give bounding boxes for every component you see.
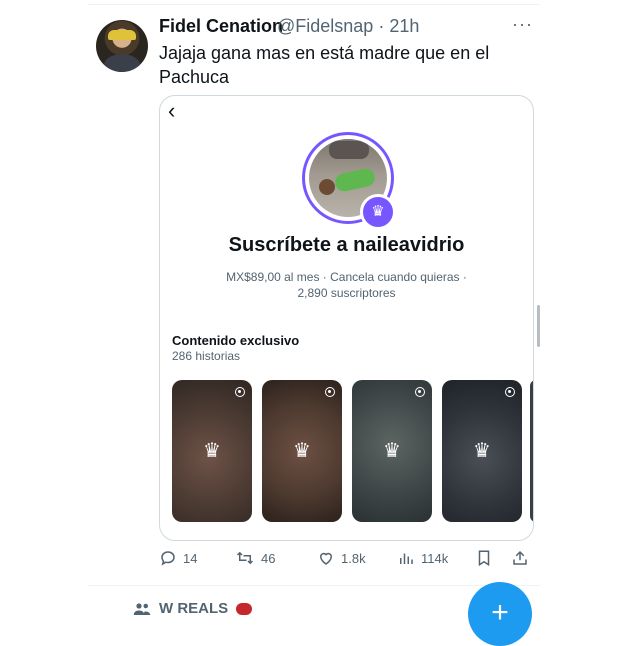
subscriber-count: 2,890 suscriptores xyxy=(297,286,396,300)
back-icon[interactable]: ‹ xyxy=(168,98,175,124)
bookmark-icon xyxy=(478,550,490,567)
subscription-meta: MX$89,00 al mes · Cancela cuando quieras… xyxy=(200,269,493,301)
boxing-glove-icon xyxy=(236,602,253,615)
crown-icon: ♛ xyxy=(293,440,311,462)
story-indicator-icon xyxy=(325,387,335,397)
like-icon xyxy=(319,552,333,565)
story-tile[interactable]: ♛ xyxy=(262,380,342,522)
story-indicator-icon xyxy=(415,387,425,397)
like-count: 1.8k xyxy=(341,550,366,566)
subscribe-title: Suscríbete a naileavidrio xyxy=(228,234,465,256)
views-icon xyxy=(400,553,413,564)
bookmark-button[interactable] xyxy=(475,549,493,567)
author-name[interactable]: Fidel Cenation xyxy=(159,16,283,37)
avatar-body xyxy=(104,54,140,72)
crown-icon: ♛ xyxy=(360,194,396,230)
tweet-actions: 14 46 1.8k 114k xyxy=(159,549,532,573)
crown-icon: ♛ xyxy=(383,440,401,462)
story-tile[interactable]: ♛ xyxy=(172,380,252,522)
story-tile[interactable]: ♛ xyxy=(442,380,522,522)
views-button[interactable]: 114k xyxy=(397,549,448,567)
crown-icon: ♛ xyxy=(473,440,491,462)
retweet-button[interactable]: 46 xyxy=(235,549,275,567)
exclusive-content-title: Contenido exclusivo xyxy=(172,333,300,348)
retweet-count: 46 xyxy=(261,550,276,566)
scrollbar[interactable] xyxy=(537,305,540,347)
bottom-divider xyxy=(88,585,540,586)
subscription-card[interactable]: ‹ ♛ Suscríbete a naileavidrio MX$89,00 a… xyxy=(159,95,534,541)
more-icon[interactable]: ··· xyxy=(512,14,533,35)
story-tile[interactable]: ♛ xyxy=(352,380,432,522)
author-avatar[interactable] xyxy=(96,20,148,72)
views-count: 114k xyxy=(421,550,449,566)
story-indicator-icon xyxy=(505,387,515,397)
share-icon xyxy=(513,550,527,565)
top-divider xyxy=(88,4,540,5)
community-label[interactable]: W REALS xyxy=(133,600,253,617)
retweet-icon xyxy=(236,551,254,565)
people-icon xyxy=(133,602,151,615)
like-button[interactable]: 1.8k xyxy=(317,549,366,567)
avatar-hat xyxy=(108,30,136,40)
subscription-price-line: MX$89,00 al mes · Cancela cuando quieras… xyxy=(226,270,467,284)
community-name: W REALS xyxy=(159,600,229,617)
share-button[interactable] xyxy=(511,549,529,567)
reply-count: 14 xyxy=(183,550,198,566)
reply-icon xyxy=(161,551,175,566)
author-handle-time[interactable]: @Fidelsnap · 21h xyxy=(277,16,419,37)
story-tile-partial[interactable] xyxy=(530,380,533,522)
tweet-text: Jajaja gana mas en está madre que en el … xyxy=(159,43,490,87)
stories-count: 286 historias xyxy=(172,349,241,363)
story-indicator-icon xyxy=(235,387,245,397)
reply-button[interactable]: 14 xyxy=(159,549,197,567)
crown-icon: ♛ xyxy=(203,440,221,462)
plus-icon[interactable]: + xyxy=(468,582,532,646)
